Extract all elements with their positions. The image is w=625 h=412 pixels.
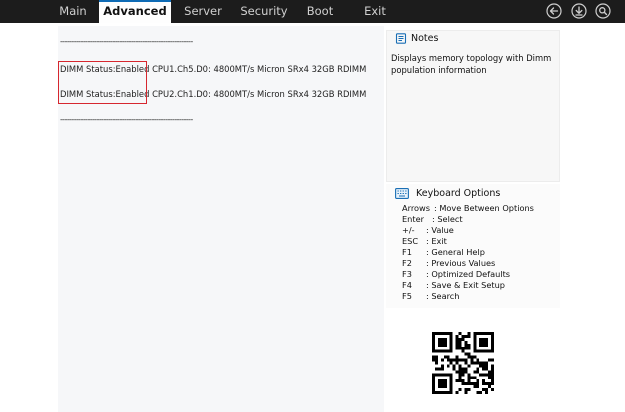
key-desc: : Value xyxy=(426,225,454,235)
key-help-f5: F5 : Search xyxy=(402,291,460,302)
tab-boot[interactable]: Boot xyxy=(302,0,338,23)
notes-icon xyxy=(395,33,407,44)
search-icon[interactable] xyxy=(595,3,611,19)
key-desc: : Previous Values xyxy=(426,258,496,268)
tab-main[interactable]: Main xyxy=(52,0,94,23)
divider-line: ----------------------------------------… xyxy=(60,115,193,124)
key-code: F4 xyxy=(402,280,412,290)
key-help-arrows: Arrows : Move Between Options xyxy=(402,203,534,214)
key-code: F3 xyxy=(402,269,412,279)
tab-exit[interactable]: Exit xyxy=(360,0,390,23)
key-desc: : General Help xyxy=(426,247,485,257)
divider-line: ----------------------------------------… xyxy=(60,37,193,46)
key-help-esc: ESC : Exit xyxy=(402,236,447,247)
keyboard-icon xyxy=(395,188,409,199)
key-desc: : Optimized Defaults xyxy=(426,269,511,279)
key-code: F5 xyxy=(402,291,412,301)
tab-server[interactable]: Server xyxy=(180,0,226,23)
tab-security[interactable]: Security xyxy=(238,0,290,23)
key-help-f1: F1 : General Help xyxy=(402,247,485,258)
notes-title: Notes xyxy=(411,33,439,44)
top-nav-bar: Main Advanced Server Security Boot Exit xyxy=(0,0,625,23)
dimm-status: DIMM Status:Enabled xyxy=(60,89,150,99)
key-help-f3: F3 : Optimized Defaults xyxy=(402,269,510,280)
key-code: F2 xyxy=(402,258,412,268)
dimm-row-2[interactable]: DIMM Status:Enabled CPU2.Ch1.D0: 4800MT/… xyxy=(60,88,366,100)
key-desc: : Select xyxy=(432,214,463,224)
back-arrow-icon[interactable] xyxy=(546,3,562,19)
key-desc: : Exit xyxy=(426,236,447,246)
keyboard-options-title: Keyboard Options xyxy=(416,188,501,199)
dimm-row-1[interactable]: DIMM Status:Enabled CPU1.Ch5.D0: 4800MT/… xyxy=(60,63,366,75)
key-code: Arrows xyxy=(402,203,430,213)
qr-code-icon xyxy=(432,332,494,394)
dimm-info: CPU1.Ch5.D0: 4800MT/s Micron SRx4 32GB R… xyxy=(152,64,367,74)
key-help-f4: F4 : Save & Exit Setup xyxy=(402,280,505,291)
dimm-status: DIMM Status:Enabled xyxy=(60,64,150,74)
key-code: ESC xyxy=(402,236,419,246)
notes-text: Displays memory topology with Dimm popul… xyxy=(391,53,552,75)
main-content-panel xyxy=(58,26,384,412)
key-help-value: +/- : Value xyxy=(402,225,454,236)
key-code: F1 xyxy=(402,247,412,257)
key-code: +/- xyxy=(402,225,415,235)
key-desc: : Move Between Options xyxy=(434,203,534,213)
key-desc: : Save & Exit Setup xyxy=(426,280,505,290)
key-help-f2: F2 : Previous Values xyxy=(402,258,495,269)
download-icon[interactable] xyxy=(571,3,587,19)
dimm-info: CPU2.Ch1.D0: 4800MT/s Micron SRx4 32GB R… xyxy=(152,89,367,99)
tab-advanced[interactable]: Advanced xyxy=(99,0,171,23)
key-help-enter: Enter : Select xyxy=(402,214,463,225)
key-code: Enter xyxy=(402,214,424,224)
key-desc: : Search xyxy=(426,291,460,301)
